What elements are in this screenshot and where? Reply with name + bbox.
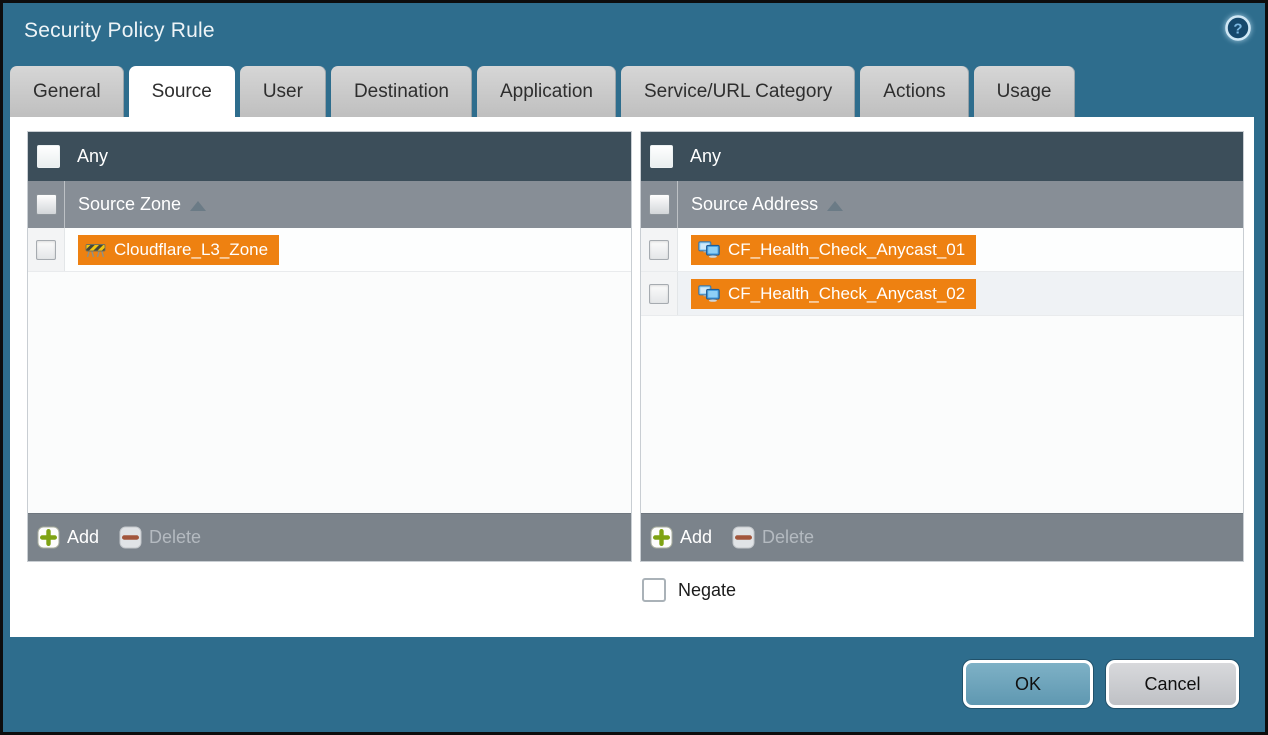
help-icon[interactable]: ? — [1224, 14, 1252, 42]
security-policy-rule-dialog: Security Policy Rule ? General Source Us… — [0, 0, 1268, 735]
list-item-cf-health-check-anycast-02[interactable]: CF_Health_Check_Anycast_02 — [641, 272, 1243, 316]
delete-zone-button[interactable]: Delete — [119, 526, 201, 549]
source-zone-sort-header[interactable]: Source Zone — [78, 181, 206, 228]
tab-destination[interactable]: Destination — [331, 66, 472, 117]
address-name: CF_Health_Check_Anycast_02 — [728, 284, 965, 304]
negate-label: Negate — [678, 580, 736, 601]
add-address-button[interactable]: Add — [650, 526, 712, 549]
plus-icon — [650, 526, 673, 549]
zone-chip[interactable]: Cloudflare_L3_Zone — [78, 235, 279, 265]
source-zone-toolbar: Add Delete — [28, 513, 631, 561]
source-zone-any-checkbox[interactable] — [37, 145, 60, 168]
row-checkbox[interactable] — [649, 284, 669, 304]
source-zone-column-label: Source Zone — [78, 194, 181, 215]
tab-bar: General Source User Destination Applicat… — [10, 66, 1075, 117]
source-zone-column-header: Source Zone — [28, 181, 631, 228]
negate-checkbox[interactable] — [642, 578, 666, 602]
minus-icon — [732, 526, 755, 549]
list-item-cf-health-check-anycast-01[interactable]: CF_Health_Check_Anycast_01 — [641, 228, 1243, 272]
tab-general[interactable]: General — [10, 66, 124, 117]
source-zone-any-row: Any — [28, 132, 631, 181]
source-address-list: CF_Health_Check_Anycast_01 — [641, 228, 1243, 513]
address-icon — [698, 285, 720, 302]
source-address-column-label: Source Address — [691, 194, 818, 215]
address-chip[interactable]: CF_Health_Check_Anycast_02 — [691, 279, 976, 309]
source-zone-any-label: Any — [77, 146, 108, 167]
sort-ascending-icon — [827, 201, 843, 211]
source-zone-panel: Any Source Zone — [27, 131, 632, 562]
source-address-select-all-checkbox[interactable] — [649, 194, 670, 215]
tab-source[interactable]: Source — [129, 66, 235, 117]
row-checkbox[interactable] — [36, 240, 56, 260]
tab-application[interactable]: Application — [477, 66, 616, 117]
add-zone-button[interactable]: Add — [37, 526, 99, 549]
source-zone-list: Cloudflare_L3_Zone — [28, 228, 631, 513]
source-address-panel: Any Source Address — [640, 131, 1244, 562]
dialog-footer: OK Cancel — [963, 660, 1239, 708]
tab-actions[interactable]: Actions — [860, 66, 968, 117]
row-checkbox[interactable] — [649, 240, 669, 260]
svg-text:?: ? — [1233, 21, 1242, 38]
list-item-cloudflare-l3-zone[interactable]: Cloudflare_L3_Zone — [28, 228, 631, 272]
ok-button[interactable]: OK — [963, 660, 1093, 708]
source-address-any-row: Any — [641, 132, 1243, 181]
delete-label: Delete — [762, 527, 814, 548]
delete-label: Delete — [149, 527, 201, 548]
source-address-toolbar: Add Delete — [641, 513, 1243, 561]
address-icon — [698, 241, 720, 258]
cancel-button[interactable]: Cancel — [1106, 660, 1239, 708]
zone-icon — [85, 242, 106, 258]
dialog-title: Security Policy Rule — [24, 19, 215, 43]
tab-user[interactable]: User — [240, 66, 326, 117]
sort-ascending-icon — [190, 201, 206, 211]
zone-name: Cloudflare_L3_Zone — [114, 240, 268, 260]
address-chip[interactable]: CF_Health_Check_Anycast_01 — [691, 235, 976, 265]
address-name: CF_Health_Check_Anycast_01 — [728, 240, 965, 260]
source-address-any-checkbox[interactable] — [650, 145, 673, 168]
source-zone-select-all-checkbox[interactable] — [36, 194, 57, 215]
minus-icon — [119, 526, 142, 549]
source-address-any-label: Any — [690, 146, 721, 167]
source-address-column-header: Source Address — [641, 181, 1243, 228]
source-tab-content: Any Source Zone — [10, 117, 1254, 637]
plus-icon — [37, 526, 60, 549]
delete-address-button[interactable]: Delete — [732, 526, 814, 549]
add-label: Add — [680, 527, 712, 548]
tab-service-url-category[interactable]: Service/URL Category — [621, 66, 855, 117]
tab-usage[interactable]: Usage — [974, 66, 1075, 117]
negate-row: Negate — [642, 578, 736, 602]
add-label: Add — [67, 527, 99, 548]
source-address-sort-header[interactable]: Source Address — [691, 181, 843, 228]
